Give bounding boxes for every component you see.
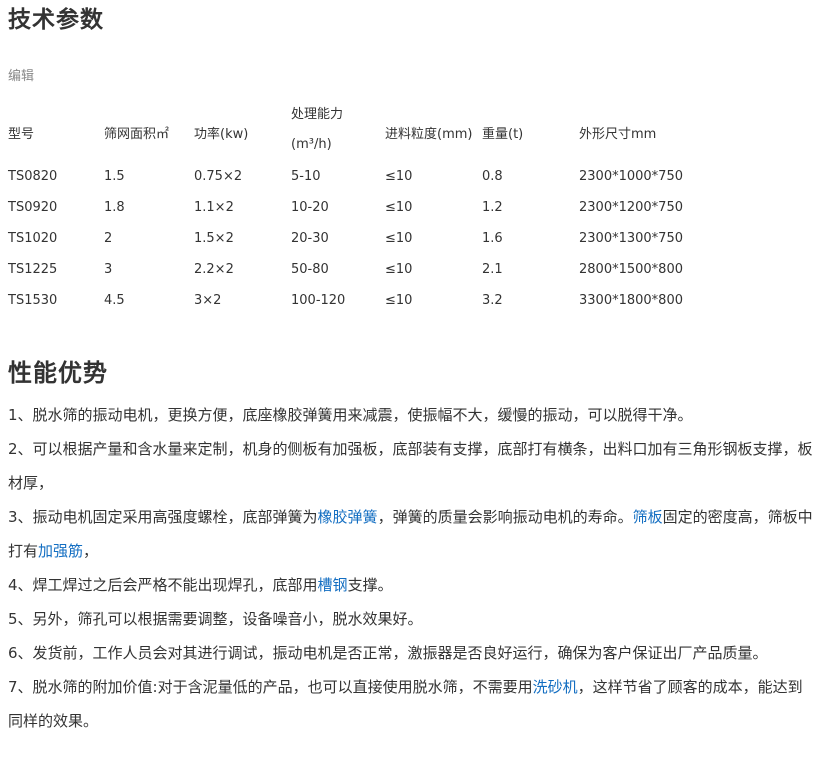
advantage-4-text-b: 支撑。 xyxy=(347,576,393,594)
cell-power: 2.2×2 xyxy=(194,262,234,277)
advantage-item-4: 4、焊工焊过之后会严格不能出现焊孔，底部用槽钢支撑。 xyxy=(8,568,814,602)
cell-capacity: 5-10 xyxy=(291,169,321,184)
cell-weight: 3.2 xyxy=(482,293,503,308)
advantage-4-text-a: 4、焊工焊过之后会严格不能出现焊孔，底部用 xyxy=(8,576,318,594)
cell-dimensions: 2300*1200*750 xyxy=(579,200,683,215)
cell-power: 3×2 xyxy=(194,293,222,308)
header-dimensions: 外形尺寸mm xyxy=(579,127,657,142)
cell-model: TS1225 xyxy=(8,262,58,277)
link-rubber-spring[interactable]: 橡胶弹簧 xyxy=(318,508,378,526)
header-power: 功率(kw) xyxy=(194,127,249,142)
cell-screen-area: 1.5 xyxy=(104,169,125,184)
cell-model: TS1020 xyxy=(8,231,58,246)
advantage-item-1: 1、脱水筛的振动电机，更换方便，底座橡胶弹簧用来减震，使振幅不大，缓慢的振动，可… xyxy=(8,406,693,424)
cell-feed-size: ≤10 xyxy=(385,293,413,308)
advantage-item-5: 5、另外，筛孔可以根据需要调整，设备噪音小，脱水效果好。 xyxy=(8,610,423,628)
cell-weight: 0.8 xyxy=(482,169,503,184)
header-capacity-label: 处理能力 xyxy=(291,107,344,122)
header-model: 型号 xyxy=(8,127,35,142)
advantage-item-3: 3、振动电机固定采用高强度螺栓，底部弹簧为橡胶弹簧，弹簧的质量会影响振动电机的寿… xyxy=(8,500,814,568)
cell-feed-size: ≤10 xyxy=(385,262,413,277)
advantage-item-7: 7、脱水筛的附加价值:对于含泥量低的产品，也可以直接使用脱水筛，不需要用洗砂机，… xyxy=(8,670,814,738)
link-channel-steel[interactable]: 槽钢 xyxy=(318,576,348,594)
advantage-3-text-d: ， xyxy=(83,542,99,560)
section-title-advantages: 性能优势 xyxy=(8,359,108,387)
link-stiffener[interactable]: 加强筋 xyxy=(38,542,83,560)
header-screen-area: 筛网面积㎡ xyxy=(104,127,170,142)
cell-model: TS1530 xyxy=(8,293,58,308)
header-capacity: 处理能力 (m³/h) xyxy=(291,100,343,160)
cell-dimensions: 2300*1300*750 xyxy=(579,231,683,246)
cell-dimensions: 2300*1000*750 xyxy=(579,169,683,184)
link-screen-plate[interactable]: 筛板 xyxy=(633,508,663,526)
cell-capacity: 20-30 xyxy=(291,231,329,246)
advantage-item-2: 2、可以根据产量和含水量来定制，机身的侧板有加强板，底部装有支撑，底部打有横条，… xyxy=(8,440,813,492)
cell-screen-area: 4.5 xyxy=(104,293,125,308)
advantages-list: 1、脱水筛的振动电机，更换方便，底座橡胶弹簧用来减震，使振幅不大，缓慢的振动，可… xyxy=(8,398,814,738)
advantage-item-6: 6、发货前，工作人员会对其进行调试，振动电机是否正常，激振器是否良好运行，确保为… xyxy=(8,644,768,662)
cell-weight: 1.6 xyxy=(482,231,503,246)
cell-model: TS0920 xyxy=(8,200,58,215)
cell-feed-size: ≤10 xyxy=(385,231,413,246)
cell-dimensions: 2800*1500*800 xyxy=(579,262,683,277)
advantage-7-text-a: 7、脱水筛的附加价值:对于含泥量低的产品，也可以直接使用脱水筛，不需要用 xyxy=(8,678,533,696)
cell-power: 1.5×2 xyxy=(194,231,234,246)
advantage-3-text-a: 3、振动电机固定采用高强度螺栓，底部弹簧为 xyxy=(8,508,318,526)
advantage-3-text-b: ，弹簧的质量会影响振动电机的寿命。 xyxy=(377,508,633,526)
cell-capacity: 50-80 xyxy=(291,262,329,277)
cell-model: TS0820 xyxy=(8,169,58,184)
cell-capacity: 10-20 xyxy=(291,200,329,215)
link-sand-washer[interactable]: 洗砂机 xyxy=(533,678,578,696)
cell-power: 0.75×2 xyxy=(194,169,243,184)
cell-screen-area: 3 xyxy=(104,262,113,277)
cell-capacity: 100-120 xyxy=(291,293,346,308)
header-feed-size: 进料粒度(mm) xyxy=(385,127,473,142)
edit-link[interactable]: 编辑 xyxy=(8,65,34,84)
cell-weight: 2.1 xyxy=(482,262,503,277)
section-title-tech-params: 技术参数 xyxy=(8,7,104,33)
cell-screen-area: 2 xyxy=(104,231,113,246)
cell-feed-size: ≤10 xyxy=(385,200,413,215)
cell-screen-area: 1.8 xyxy=(104,200,125,215)
cell-feed-size: ≤10 xyxy=(385,169,413,184)
cell-weight: 1.2 xyxy=(482,200,503,215)
header-capacity-unit: (m³/h) xyxy=(291,137,332,152)
cell-dimensions: 3300*1800*800 xyxy=(579,293,683,308)
header-weight: 重量(t) xyxy=(482,127,524,142)
cell-power: 1.1×2 xyxy=(194,200,234,215)
